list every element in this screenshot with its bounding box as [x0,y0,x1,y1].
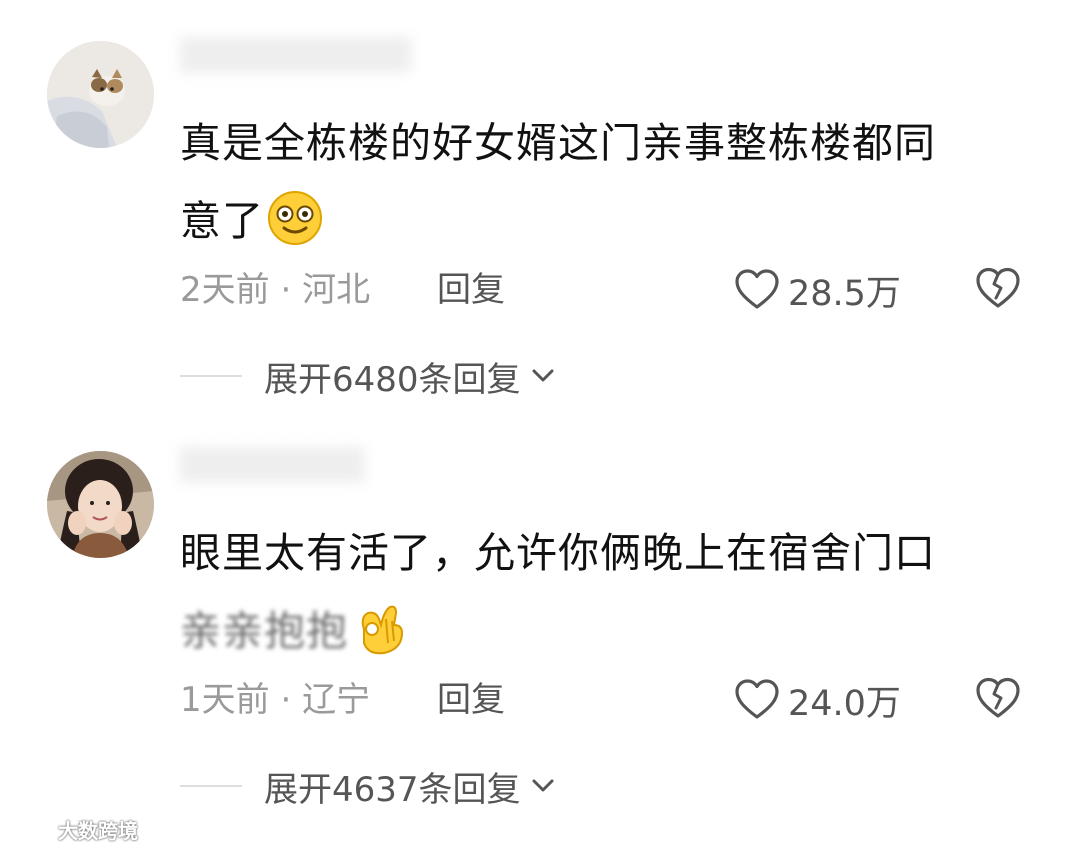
divider-line [180,375,242,377]
comment-location: 辽宁 [302,680,371,720]
expand-replies-label: 展开6480条回复 [264,359,521,400]
expand-replies-label: 展开4637条回复 [264,769,521,810]
username-blurred[interactable]: ████████ [180,446,365,486]
comment-time: 2天前 [180,270,270,310]
dislike-button[interactable] [974,264,1022,312]
comment-text-line-1: 眼里太有活了，允许你俩晚上在宿舍门口 [180,529,936,577]
heart-icon [735,679,779,719]
expand-replies-button[interactable]: 展开6480条回复 [180,352,557,400]
like-button[interactable]: 28.5万 [734,262,901,318]
like-count: 28.5万 [788,273,901,314]
dislike-button[interactable] [974,674,1022,722]
watermark-logo-icon [12,821,52,837]
watermark: 大数跨境 [12,814,138,844]
meta-separator: · [280,680,292,720]
watermark-text: 大数跨境 [58,818,138,843]
comment-text: 真是全栋楼的好女婿这门亲事整栋楼都同 意了 [180,104,1010,272]
comment-time: 1天前 [180,680,270,720]
comment-text-line-2: 意了 [180,197,264,245]
meta-separator: · [280,270,292,310]
reply-button[interactable]: 回复 [437,676,505,724]
comment-text-line-1: 真是全栋楼的好女婿这门亲事整栋楼都同 [180,119,936,167]
avatar[interactable] [47,451,154,558]
like-count: 24.0万 [788,683,901,724]
broken-heart-icon [976,267,1020,308]
comment-location: 河北 [302,270,371,310]
divider-line [180,785,242,787]
comment-meta: 2天前 · 河北 [180,266,370,314]
comment-text-line-2: 亲亲抱抱 [180,607,348,655]
comment-text: 眼里太有活了，允许你俩晚上在宿舍门口 亲亲抱抱 [180,514,1010,682]
broken-heart-icon [976,677,1020,718]
comment-meta: 1天前 · 辽宁 [180,676,370,724]
ok-hand-icon [350,599,408,682]
avatar[interactable] [47,41,154,148]
reply-button[interactable]: 回复 [437,266,505,314]
chevron-down-icon [532,779,554,792]
username-blurred[interactable]: ██████████ [180,36,411,76]
smiling-face-icon [266,189,324,272]
like-button[interactable]: 24.0万 [734,672,901,728]
heart-icon [735,269,779,309]
chevron-down-icon [532,369,554,382]
expand-replies-button[interactable]: 展开4637条回复 [180,762,557,810]
